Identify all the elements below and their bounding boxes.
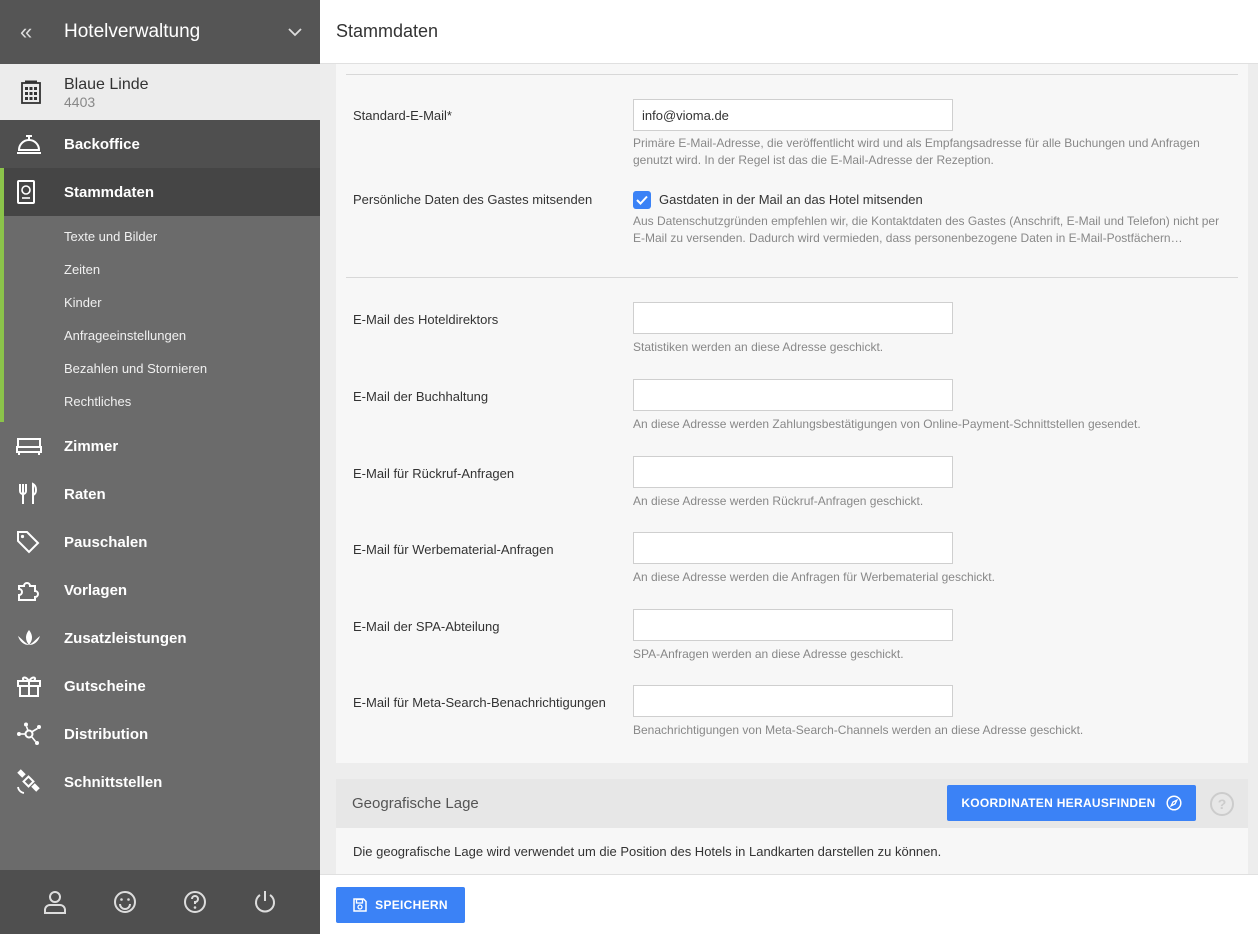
sidebar-item-label: Vorlagen xyxy=(64,581,128,599)
guest-data-checkbox-label[interactable]: Gastdaten in der Mail an das Hotel mitse… xyxy=(659,192,923,207)
sidebar-item-label: Raten xyxy=(64,485,106,503)
field-label: E-Mail der SPA-Abteilung xyxy=(353,619,500,634)
lotus-icon xyxy=(16,627,64,649)
subnav-item-rechtliches[interactable]: Rechtliches xyxy=(4,385,320,418)
help-line: genutzt wird. In der Regel ist das die E… xyxy=(633,153,994,167)
find-coordinates-button[interactable]: KOORDINATEN HERAUSFINDEN xyxy=(947,785,1196,821)
field-label: E-Mail für Rückruf-Anfragen xyxy=(353,466,515,481)
compass-icon xyxy=(1166,795,1182,811)
field-help: An diese Adresse werden Rückruf-Anfragen… xyxy=(633,494,924,508)
sidebar-item-label: Stammdaten xyxy=(64,183,155,201)
subnav-item-bezahlen-und-stornieren[interactable]: Bezahlen und Stornieren xyxy=(4,352,320,385)
geo-card: Geografische Lage KOORDINATEN HERAUSFIND… xyxy=(336,779,1248,874)
sidebar-item-distribution[interactable]: Distribution xyxy=(0,710,320,758)
email-buchhaltung-field[interactable] xyxy=(633,379,953,411)
page-header: Stammdaten xyxy=(320,0,1258,64)
standard-email-field[interactable] xyxy=(633,99,953,131)
gift-icon xyxy=(16,674,64,698)
sidebar-item-stammdaten[interactable]: Stammdaten xyxy=(0,168,320,216)
sidebar-item-schnittstellen[interactable]: Schnittstellen xyxy=(0,758,320,806)
satellite-icon xyxy=(16,769,64,795)
sidebar-item-zusatzleistungen[interactable]: Zusatzleistungen xyxy=(0,614,320,662)
sidebar-item-label: Zimmer xyxy=(64,437,119,455)
guest-data-label: Persönliche Daten des Gastes mitsenden xyxy=(353,192,593,207)
cutlery-icon xyxy=(16,482,64,506)
question-mark-icon[interactable]: ? xyxy=(1210,792,1234,816)
sidebar-item-zimmer[interactable]: Zimmer xyxy=(0,422,320,470)
help-line: Aus Datenschutzgründen empfehlen wir, di… xyxy=(633,214,1220,228)
puzzle-icon xyxy=(16,578,64,602)
sidebar-item-pauschalen[interactable]: Pauschalen xyxy=(0,518,320,566)
save-button[interactable]: SPEICHERN xyxy=(336,887,465,923)
sidebar-item-backoffice[interactable]: Backoffice xyxy=(0,120,320,168)
sidebar-item-label: Gutscheine xyxy=(64,677,146,695)
email-meta-search-field[interactable] xyxy=(633,685,953,717)
divider xyxy=(346,277,1238,278)
smiley-icon[interactable] xyxy=(105,890,145,914)
email-spa-field[interactable] xyxy=(633,609,953,641)
field-label: E-Mail für Werbematerial-Anfragen xyxy=(353,542,554,557)
geo-description: Die geografische Lage wird verwendet um … xyxy=(353,844,942,859)
sidebar-item-raten[interactable]: Raten xyxy=(0,470,320,518)
guest-data-help: Aus Datenschutzgründen empfehlen wir, di… xyxy=(633,213,1233,247)
geo-card-title: Geografische Lage xyxy=(352,795,479,812)
floppy-disk-icon xyxy=(353,898,367,912)
field-help: An diese Adresse werden Zahlungsbestätig… xyxy=(633,417,1141,431)
chevron-down-icon[interactable] xyxy=(288,24,302,40)
double-chevron-left-icon[interactable]: « xyxy=(20,19,64,45)
field-help: Benachrichtigungen von Meta-Search-Chann… xyxy=(633,723,1084,737)
user-icon[interactable] xyxy=(35,890,75,914)
sidebar-item-label: Distribution xyxy=(64,725,149,743)
help-icon[interactable] xyxy=(175,890,215,914)
divider xyxy=(346,74,1238,75)
field-label: E-Mail des Hoteldirektors xyxy=(353,312,499,327)
sidebar: « Hotelverwaltung Blaue Linde 4403 Backo… xyxy=(0,0,320,934)
sidebar-item-label: Schnittstellen xyxy=(64,773,163,791)
service-bell-icon xyxy=(16,133,64,155)
subnav-item-kinder[interactable]: Kinder xyxy=(4,286,320,319)
tags-icon xyxy=(16,530,64,554)
field-help: Statistiken werden an diese Adresse gesc… xyxy=(633,340,884,354)
subnav-item-zeiten[interactable]: Zeiten xyxy=(4,253,320,286)
sidebar-header: « Hotelverwaltung xyxy=(0,0,320,64)
email-hoteldirektor-field[interactable] xyxy=(633,302,953,334)
sidebar-item-label: Backoffice xyxy=(64,135,140,153)
guest-data-checkbox[interactable] xyxy=(633,191,651,209)
app-title: Hotelverwaltung xyxy=(64,21,201,42)
field-label: E-Mail der Buchhaltung xyxy=(353,389,489,404)
network-icon xyxy=(16,722,64,746)
subnav-item-anfrageeinstellungen[interactable]: Anfrageeinstellungen xyxy=(4,319,320,352)
sidebar-item-label: Pauschalen xyxy=(64,533,148,551)
email-werbematerial-field[interactable] xyxy=(633,532,953,564)
main-content[interactable]: Standard-E-Mail* Primäre E-Mail-Adresse,… xyxy=(320,64,1258,874)
help-line: Primäre E-Mail-Adresse, die veröffentlic… xyxy=(633,136,1200,150)
field-help: SPA-Anfragen werden an diese Adresse ges… xyxy=(633,647,904,661)
sidebar-item-vorlagen[interactable]: Vorlagen xyxy=(0,566,320,614)
stammdaten-subnav: Texte und Bilder Zeiten Kinder Anfrageei… xyxy=(0,216,320,422)
page-title: Stammdaten xyxy=(336,21,439,41)
standard-email-label: Standard-E-Mail* xyxy=(353,108,452,123)
hotel-building-icon xyxy=(20,80,64,104)
sidebar-item-label: Zusatzleistungen xyxy=(64,629,187,647)
geo-card-header: Geografische Lage KOORDINATEN HERAUSFIND… xyxy=(336,779,1248,828)
sidebar-footer xyxy=(0,870,320,934)
button-label: SPEICHERN xyxy=(375,898,448,912)
standard-email-help: Primäre E-Mail-Adresse, die veröffentlic… xyxy=(633,135,1213,169)
sidebar-item-gutscheine[interactable]: Gutscheine xyxy=(0,662,320,710)
subnav-item-texte-und-bilder[interactable]: Texte und Bilder xyxy=(4,220,320,253)
email-settings-card: Standard-E-Mail* Primäre E-Mail-Adresse,… xyxy=(336,64,1248,763)
email-rueckruf-field[interactable] xyxy=(633,456,953,488)
button-label: KOORDINATEN HERAUSFINDEN xyxy=(961,796,1156,810)
help-line: E-Mail zu versenden. Dadurch wird vermie… xyxy=(633,231,1183,245)
passport-icon xyxy=(16,180,64,204)
power-icon[interactable] xyxy=(245,890,285,914)
field-help: An diese Adresse werden die Anfragen für… xyxy=(633,570,995,584)
hotel-selector[interactable]: Blaue Linde 4403 xyxy=(0,64,320,120)
hotel-id: 4403 xyxy=(64,93,96,110)
field-label: E-Mail für Meta-Search-Benachrichtigunge… xyxy=(353,695,606,710)
checkmark-icon xyxy=(636,195,648,205)
action-bar: SPEICHERN xyxy=(320,874,1258,934)
bed-icon xyxy=(16,436,64,456)
hotel-name: Blaue Linde xyxy=(64,75,149,93)
